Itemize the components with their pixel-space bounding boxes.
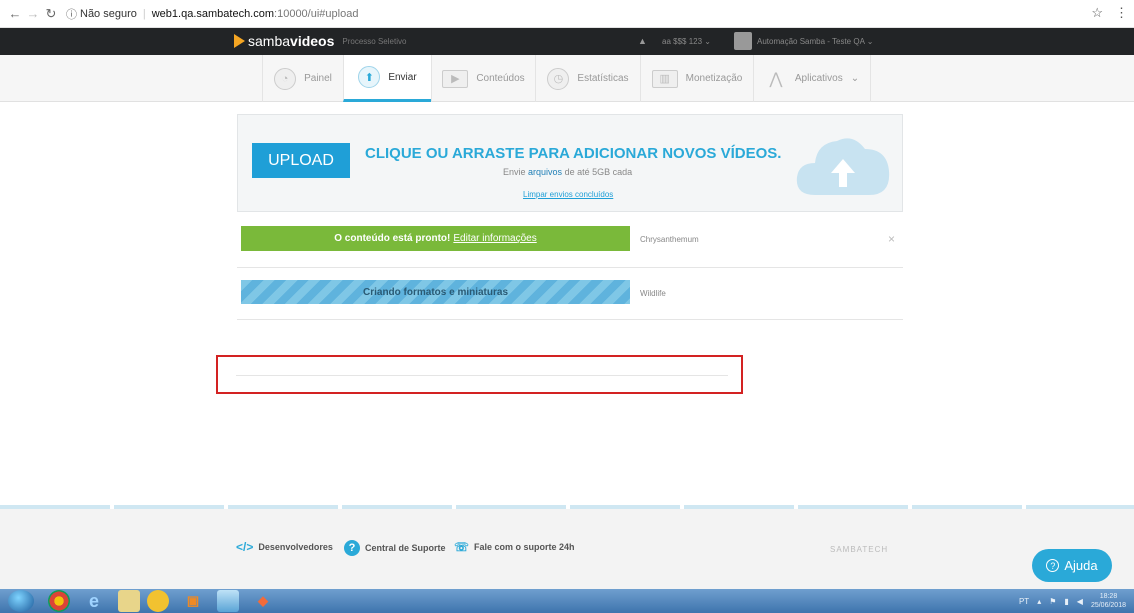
system-tray: PT ▴ ⚑ ▮ ◀ 18:28 25/06/2018: [1019, 592, 1126, 610]
tab-label: Estatísticas: [577, 73, 629, 84]
clock-date: 25/06/2018: [1090, 602, 1126, 609]
logo-play-icon: [234, 34, 245, 48]
upload-dropzone[interactable]: UPLOAD CLIQUE OU ARRASTE PARA ADICIONAR …: [237, 114, 903, 212]
clock-time: 18:28: [1099, 593, 1118, 600]
edit-info-link[interactable]: Editar informações: [453, 233, 536, 244]
developers-label: Desenvolvedores: [258, 542, 333, 552]
forward-icon[interactable]: →: [24, 5, 42, 23]
language-indicator[interactable]: PT: [1019, 597, 1029, 606]
upload-button[interactable]: UPLOAD: [252, 143, 350, 178]
help-question-icon: ?: [1046, 559, 1060, 572]
tray-arrow-icon[interactable]: ▴: [1037, 597, 1041, 606]
chrome-icon[interactable]: [48, 590, 70, 612]
samba-videos-logo[interactable]: samba videos Processo Seletivo: [234, 33, 406, 49]
tab-label: Enviar: [388, 71, 417, 83]
account-name: aa $$$ 123: [662, 37, 703, 46]
play-icon: ▶: [442, 69, 469, 88]
browser-menu-icon[interactable]: ⋮: [1115, 5, 1128, 21]
clear-completed-link[interactable]: Limpar envios concluídos: [523, 190, 613, 199]
upload-row: O conteúdo está pronto! Editar informaçõ…: [237, 216, 903, 268]
cloud-upload-icon: [796, 138, 890, 195]
address-bar[interactable]: ⓘ Não seguro | web1.qa.sambatech.com:100…: [66, 6, 358, 22]
user-name: Automação Samba - Teste QA: [757, 37, 865, 46]
flag-icon[interactable]: ⚑: [1049, 597, 1056, 606]
tab-label: Aplicativos: [794, 73, 843, 84]
footer-divider: [0, 505, 1134, 509]
help-button[interactable]: ? Ajuda: [1032, 549, 1112, 582]
status-processing-bar: Criando formatos e miniaturas: [241, 280, 630, 304]
paint-icon[interactable]: ◆: [246, 590, 280, 612]
bookmark-star-icon[interactable]: ☆: [1091, 5, 1103, 21]
volume-icon[interactable]: ◀: [1077, 597, 1083, 606]
tab-aplicativos[interactable]: ⋀ Aplicativos ⌄: [753, 55, 871, 102]
app-icon[interactable]: [147, 590, 169, 612]
tab-estatisticas[interactable]: ◷ Estatísticas: [535, 55, 640, 102]
tab-label: Monetização: [685, 73, 743, 84]
media-player-icon[interactable]: ▣: [176, 590, 210, 612]
dashboard-icon: ◔: [274, 67, 297, 90]
tab-enviar[interactable]: ⬆ Enviar: [343, 55, 431, 102]
tab-label: Conteúdos: [476, 73, 525, 84]
reload-icon[interactable]: ↻: [42, 5, 60, 23]
back-icon[interactable]: ←: [6, 5, 24, 23]
question-icon: ?: [344, 540, 360, 556]
info-icon[interactable]: ⓘ: [66, 6, 77, 22]
apps-icon: ⋀: [769, 70, 783, 88]
start-button[interactable]: [8, 590, 34, 612]
developers-link[interactable]: </> Desenvolvedores: [236, 540, 333, 554]
upload-row: Criando formatos e miniaturas Wildlife: [237, 268, 903, 320]
tab-conteudos[interactable]: ▶ Conteúdos: [431, 55, 535, 102]
code-icon: </>: [236, 540, 254, 554]
status-ready-bar: O conteúdo está pronto! Editar informaçõ…: [241, 226, 630, 251]
upload-subtitle: Envie arquivos de até 5GB cada: [503, 167, 632, 177]
status-text: O conteúdo está pronto!: [334, 233, 451, 244]
close-icon[interactable]: ×: [888, 232, 895, 246]
app-topbar: samba videos Processo Seletivo ▲ aa $$$ 1…: [0, 28, 1134, 55]
url-path: :10000/ui#upload: [274, 7, 359, 20]
folder-icon[interactable]: [118, 590, 140, 612]
money-icon: ▥: [651, 69, 678, 88]
files-link[interactable]: arquivos: [528, 167, 562, 177]
project-subtitle: Processo Seletivo: [342, 36, 407, 46]
security-label: Não seguro: [80, 7, 137, 20]
support-center-link[interactable]: ? Central de Suporte: [344, 540, 446, 556]
divider: [236, 375, 728, 376]
user-menu[interactable]: Automação Samba - Teste QA ⌄: [757, 37, 873, 46]
upload-sub-suffix: de até 5GB cada: [564, 167, 633, 177]
file-name: Wildlife: [640, 289, 666, 298]
account-selector[interactable]: aa $$$ 123 ⌄: [662, 37, 711, 46]
chevron-down-icon: ⌄: [850, 73, 860, 84]
bell-icon[interactable]: ▲: [638, 36, 647, 46]
window-icon[interactable]: [217, 590, 239, 612]
main-nav: ◔ Painel ⬆ Enviar ▶ Conteúdos ◷ Estatíst…: [0, 55, 1134, 102]
file-name: Chrysanthemum: [640, 235, 699, 244]
tab-label: Painel: [304, 73, 332, 84]
ie-icon[interactable]: e: [77, 590, 111, 612]
os-taskbar: e ▣ ◆ PT ▴ ⚑ ▮ ◀ 18:28 25/06/2018: [0, 589, 1134, 613]
highlight-box: [216, 355, 743, 394]
url-host: web1.qa.sambatech.com: [151, 7, 275, 20]
logo-text-samba: samba: [248, 33, 291, 49]
avatar[interactable]: [734, 32, 752, 50]
phone-24h-icon: ☏: [454, 540, 470, 554]
upload-title: CLIQUE OU ARRASTE PARA ADICIONAR NOVOS V…: [365, 145, 782, 162]
upload-icon: ⬆: [358, 66, 381, 88]
logo-text-videos: videos: [290, 33, 335, 49]
help-label: Ajuda: [1064, 558, 1098, 573]
upload-sub-prefix: Envie: [503, 167, 526, 177]
footer: </> Desenvolvedores ? Central de Suporte…: [0, 505, 1134, 589]
clock[interactable]: 18:28 25/06/2018: [1091, 592, 1126, 610]
network-icon[interactable]: ▮: [1064, 597, 1068, 606]
tab-monetizacao[interactable]: ▥ Monetização: [640, 55, 753, 102]
url-separator: |: [142, 7, 146, 20]
support24-label: Fale com o suporte 24h: [474, 542, 575, 552]
sambatech-logo: SAMBATECH: [830, 545, 889, 554]
chart-icon: ◷: [547, 67, 570, 90]
support-24h-link[interactable]: ☏ Fale com o suporte 24h: [454, 540, 575, 554]
support-label: Central de Suporte: [365, 543, 446, 553]
tab-painel[interactable]: ◔ Painel: [262, 55, 343, 102]
browser-toolbar: ← → ↻ ⓘ Não seguro | web1.qa.sambatech.c…: [0, 0, 1134, 28]
